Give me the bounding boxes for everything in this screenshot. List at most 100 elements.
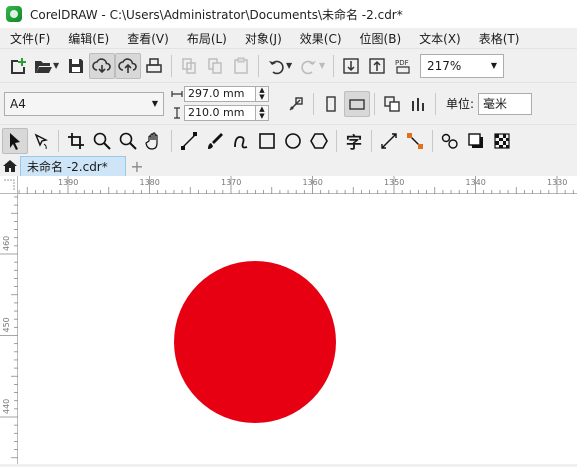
rectangle-tool-icon[interactable] [254,128,280,154]
vertical-ruler[interactable]: 460 450 440 [0,194,18,464]
standard-toolbar: ▼ ▼ ▼ PDF 217% ▼ [0,48,577,82]
property-bar: A4 ▼ 297.0 mm ▲ ▼ 210.0 mm ▲ ▼ 单位: 毫米 [0,82,577,124]
ruler-h-label: 1380 [140,178,160,187]
toolbar-separator [313,92,314,115]
page-dimensions: 297.0 mm ▲ ▼ 210.0 mm ▲ ▼ [170,86,269,122]
all-pages-icon[interactable] [379,91,405,117]
units-value: 毫米 [483,97,508,111]
drawing-canvas[interactable] [18,194,577,464]
document-tab-bar: 未命名 -2.cdr* + [0,156,577,176]
horizontal-ruler[interactable]: 1390 1380 1370 1360 1350 1340 1330 [18,176,577,194]
chevron-down-icon: ▼ [151,99,158,108]
menu-view[interactable]: 查看(V) [117,30,177,47]
menu-table[interactable]: 表格(T) [469,30,528,47]
menu-file[interactable]: 文件(F) [0,30,58,47]
red-circle-shape[interactable] [174,261,336,423]
ruler-v-label: 450 [2,317,11,332]
save-icon[interactable] [63,53,89,79]
width-spinner[interactable]: ▲ ▼ [256,86,269,102]
home-icon[interactable] [0,156,20,176]
page-size-select[interactable]: A4 ▼ [4,91,164,116]
bezier-tool-icon[interactable] [176,128,202,154]
toolbar-separator [336,129,337,152]
cut-icon[interactable] [176,53,202,79]
ruler-v-label: 440 [2,399,11,414]
units-label: 单位: [446,97,475,111]
pan-tool-icon[interactable] [141,128,167,154]
height-spinner[interactable]: ▲ ▼ [256,105,269,121]
toolbar-separator [258,54,259,77]
text-tool-glyph: 字 [345,132,362,152]
pick-tool-icon[interactable] [2,127,28,154]
publish-pdf-icon[interactable]: PDF [390,53,416,79]
tab-document[interactable]: 未命名 -2.cdr* [20,156,126,176]
text-tool-icon[interactable]: 字 [341,128,367,154]
window-title: CorelDRAW - C:\Users\Administrator\Docum… [30,7,403,22]
toolbar-separator [371,129,372,152]
units-select[interactable]: 毫米 [478,92,533,115]
toolbox: 字 [0,124,577,156]
undo-dropdown-icon[interactable]: ▼ [286,61,296,70]
shape-tool-icon[interactable] [28,128,54,154]
toolbar-separator [171,129,172,152]
copy-icon[interactable] [202,53,228,79]
plus-icon: + [130,156,144,176]
zoom-level-select[interactable]: 217% ▼ [420,53,504,78]
drop-shadow-tool-icon[interactable] [463,128,489,154]
menu-edit[interactable]: 编辑(E) [58,30,117,47]
page-width-input[interactable]: 297.0 mm [184,86,256,102]
menu-bitmaps[interactable]: 位图(B) [350,30,410,47]
portrait-icon[interactable] [318,91,344,117]
title-bar: CorelDRAW - C:\Users\Administrator\Docum… [0,0,577,28]
svg-text:PDF: PDF [395,59,409,67]
new-document-icon[interactable] [4,53,30,79]
menu-bar: 文件(F) 编辑(E) 查看(V) 布局(L) 对象(J) 效果(C) 位图(B… [0,28,577,48]
current-page-icon[interactable] [405,91,431,117]
polygon-tool-icon[interactable] [306,128,332,154]
chevron-down-icon: ▼ [490,61,497,70]
import-icon[interactable] [338,53,364,79]
print-icon[interactable] [141,53,167,79]
menu-object[interactable]: 对象(J) [235,30,290,47]
page-height-input[interactable]: 210.0 mm [184,105,256,121]
toolbar-separator [435,92,436,115]
ruler-h-label: 1330 [547,178,567,187]
paste-icon[interactable] [228,53,254,79]
ruler-h-label: 1390 [58,178,78,187]
redo-dropdown-icon[interactable]: ▼ [319,61,329,70]
zoom-tool-icon[interactable] [89,128,115,154]
menu-layout[interactable]: 布局(L) [177,30,235,47]
ellipse-tool-icon[interactable] [280,128,306,154]
width-icon [170,87,184,102]
toolbar-separator [333,54,334,77]
ruler-v-label: 460 [2,236,11,251]
height-icon [170,106,184,121]
add-tab-button[interactable]: + [126,156,148,176]
ruler-origin-corner[interactable] [0,176,18,194]
cloud-download-icon[interactable] [89,52,115,79]
open-dropdown-icon[interactable]: ▼ [53,61,63,70]
ruler-h-label: 1350 [384,178,404,187]
crop-tool-icon[interactable] [63,128,89,154]
toolbar-separator [171,54,172,77]
smart-draw-tool-icon[interactable] [228,128,254,154]
transparency-tool-icon[interactable] [489,128,515,154]
page-orientation-icon[interactable] [283,91,309,117]
menu-effects[interactable]: 效果(C) [290,30,350,47]
dimension-tool-icon[interactable] [376,128,402,154]
ruler-h-label: 1370 [221,178,241,187]
brush-tool-icon[interactable] [202,128,228,154]
menu-text[interactable]: 文本(X) [409,30,469,47]
zoom-out-tool-icon[interactable] [115,128,141,154]
landscape-icon[interactable] [344,90,370,117]
ruler-h-label: 1340 [466,178,486,187]
cloud-upload-icon[interactable] [115,52,141,79]
connector-tool-icon[interactable] [402,128,428,154]
blend-tool-icon[interactable] [437,128,463,154]
page-size-value: A4 [10,96,26,111]
coreldraw-logo-icon [6,6,22,22]
tab-document-label: 未命名 -2.cdr* [27,160,108,174]
zoom-level-value: 217% [427,58,462,73]
toolbar-separator [432,129,433,152]
export-icon[interactable] [364,53,390,79]
